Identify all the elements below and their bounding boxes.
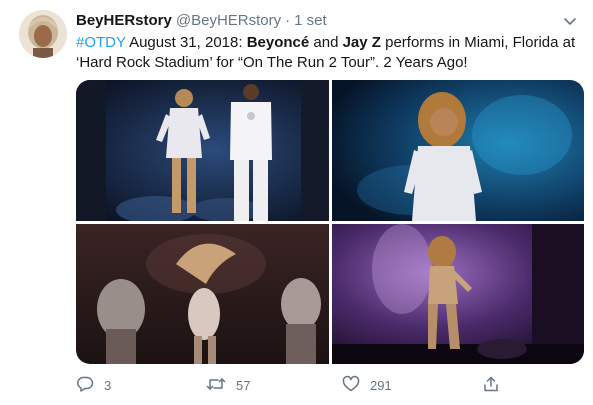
reply-button[interactable]: 3 xyxy=(76,372,111,398)
display-name[interactable]: BeyHERstory xyxy=(76,12,172,29)
share-icon xyxy=(482,375,510,396)
media-photo-2[interactable] xyxy=(332,80,584,221)
tweet-text-part: and xyxy=(309,34,343,51)
tweet-text-bold: Beyoncé xyxy=(246,34,310,51)
media-grid xyxy=(76,80,584,364)
avatar-image xyxy=(19,10,67,58)
avatar[interactable] xyxy=(19,10,67,58)
tweet-text-part: August 31, 2018: xyxy=(125,34,247,51)
retweet-icon xyxy=(206,375,236,396)
tweet-actions: 3 57 291 xyxy=(76,372,576,398)
tweet-text: #OTDY August 31, 2018: Beyoncé and Jay Z… xyxy=(76,33,576,73)
tweet-card[interactable]: BeyHERstory @BeyHERstory · 1 set #OTDY Augu… xyxy=(0,0,593,405)
like-count: 291 xyxy=(370,377,392,393)
retweet-count: 57 xyxy=(236,377,251,393)
reply-icon xyxy=(76,375,104,396)
tweet-text-bold: Jay Z xyxy=(342,34,381,51)
media-photo-4[interactable] xyxy=(332,224,584,364)
retweet-button[interactable]: 57 xyxy=(206,372,250,398)
tweet-timestamp[interactable]: 1 set xyxy=(294,12,327,29)
user-handle[interactable]: @BeyHERstory xyxy=(176,12,281,29)
reply-count: 3 xyxy=(104,377,112,393)
chevron-down-icon[interactable] xyxy=(561,12,579,30)
hashtag-link[interactable]: #OTDY xyxy=(76,34,126,51)
tweet-header: BeyHERstory @BeyHERstory · 1 set xyxy=(76,12,327,30)
media-photo-1[interactable] xyxy=(76,80,329,221)
separator-dot: · xyxy=(285,12,291,29)
media-photo-3[interactable] xyxy=(76,224,329,364)
share-button[interactable] xyxy=(482,372,510,398)
like-button[interactable]: 291 xyxy=(342,372,392,398)
heart-icon xyxy=(342,375,370,396)
